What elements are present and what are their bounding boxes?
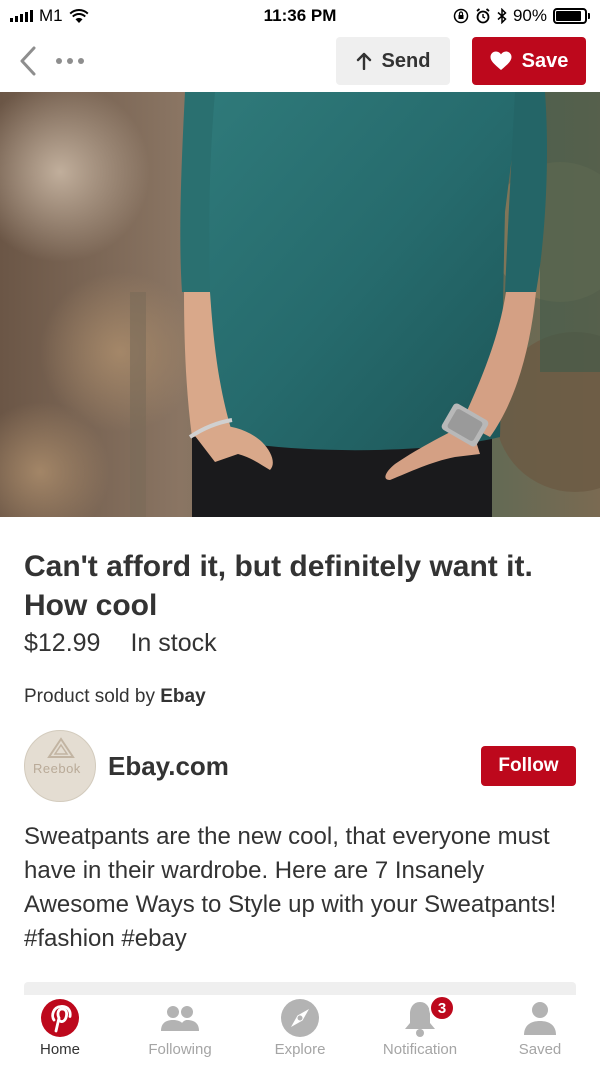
tab-notification[interactable]: 3 Notification (360, 995, 480, 1058)
people-icon (161, 1006, 199, 1031)
tab-home[interactable]: Home (0, 995, 120, 1058)
pin-description: Sweatpants are the new cool, that everyo… (24, 823, 557, 952)
ellipsis-icon (56, 58, 62, 64)
wifi-icon (69, 8, 89, 23)
seller-row: Reebok Ebay.com Follow (24, 730, 576, 802)
price-row: $12.99 In stock (24, 629, 576, 658)
seller-name[interactable]: Ebay.com (108, 751, 229, 782)
tab-label-notification: Notification (382, 1041, 458, 1058)
send-button[interactable]: Send (336, 37, 450, 85)
tab-explore[interactable]: Explore (240, 995, 360, 1058)
battery-fill (556, 11, 582, 21)
seller-avatar[interactable]: Reebok (24, 730, 96, 802)
battery-percent: 90% (512, 6, 547, 25)
tab-saved[interactable]: Saved (480, 995, 600, 1058)
pin-image[interactable] (0, 92, 600, 517)
tab-label-explore: Explore (274, 1041, 326, 1058)
back-button[interactable] (14, 41, 42, 81)
rotation-lock-icon (453, 8, 469, 24)
stock-status: In stock (130, 629, 217, 657)
price: $12.99 (24, 629, 101, 657)
status-bar: M1 11:36 PM 90% (0, 0, 600, 32)
pin-details: Can't afford it, but definitely want it.… (0, 517, 600, 1008)
person-icon (524, 1002, 556, 1035)
chevron-left-icon (20, 46, 36, 76)
save-button[interactable]: Save (472, 37, 586, 85)
send-label: Send (381, 49, 431, 72)
carrier-label: M1 (39, 6, 63, 25)
save-label: Save (521, 49, 569, 72)
tab-following[interactable]: Following (120, 995, 240, 1058)
status-left: M1 (10, 6, 89, 26)
logo-icon (47, 737, 75, 758)
nav-actions: Send Save (336, 37, 586, 85)
more-options-button[interactable] (56, 58, 84, 64)
notification-badge: 3 (429, 995, 455, 1021)
pinterest-logo-icon (41, 999, 79, 1037)
heart-icon (490, 51, 512, 70)
bluetooth-icon (497, 8, 507, 24)
pin-title: Can't afford it, but definitely want it.… (24, 550, 533, 622)
status-right: 90% (453, 6, 590, 26)
signal-icon (10, 10, 33, 22)
follow-button[interactable]: Follow (481, 746, 576, 786)
arrow-up-icon (356, 52, 371, 70)
tab-label-following: Following (148, 1041, 212, 1058)
top-nav: Send Save (0, 32, 600, 90)
tab-label-home: Home (39, 1041, 80, 1058)
compass-icon (281, 999, 319, 1037)
sold-by: Product sold by Ebay (24, 686, 576, 708)
person-in-teal-sweater-photo (0, 92, 600, 517)
battery-icon (553, 8, 590, 24)
alarm-icon (476, 8, 490, 24)
bottom-tab-bar: Home Following Explore 3 Notification Sa… (0, 995, 600, 1067)
sold-by-name: Ebay (160, 686, 206, 707)
sold-by-prefix: Product sold by (24, 686, 161, 707)
avatar-text: Reebok (33, 761, 81, 776)
tab-label-saved: Saved (518, 1041, 562, 1058)
